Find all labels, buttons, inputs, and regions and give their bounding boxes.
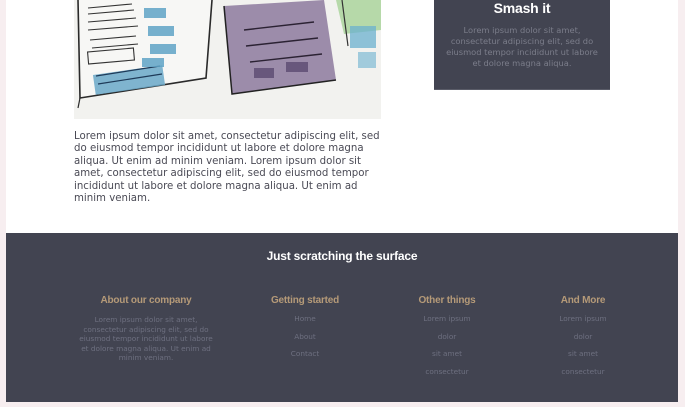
list-item: dolor xyxy=(437,331,457,341)
promo-text: Lorem ipsum dolor sit amet, consectetur … xyxy=(446,25,598,69)
footer-about-title: About our company xyxy=(100,295,192,306)
intro-paragraph: Lorem ipsum dolor sit amet, consectetur … xyxy=(74,131,380,205)
footer-and-more-title: And More xyxy=(560,295,606,306)
list-item: sit amet xyxy=(568,349,598,358)
footer-getting-started-list: Home About Contact xyxy=(255,315,355,368)
footer-title: Just scratching the surface xyxy=(266,249,418,263)
wireframe-sketch-image xyxy=(74,0,381,119)
footer-link-item: Home xyxy=(255,315,355,333)
footer-link-item: About xyxy=(255,332,355,351)
footer-about-text: Lorem ipsum dolor sit amet, consectetur … xyxy=(79,315,213,362)
footer-getting-started-title: Getting started xyxy=(270,295,340,306)
footer-other-things-list: Lorem ipsum dolor sit amet consectetur xyxy=(397,315,497,385)
footer-other-things-title: Other things xyxy=(418,295,476,306)
footer-column-and-more: And More Lorem ipsum dolor sit amet cons… xyxy=(533,295,633,385)
site-footer: Just scratching the surface About our co… xyxy=(6,233,678,402)
list-item: consectetur xyxy=(561,366,605,376)
footer-link-home[interactable]: Home xyxy=(294,314,316,323)
list-item: sit amet xyxy=(432,349,462,358)
list-item: Lorem ipsum xyxy=(559,314,607,323)
page-margin-right xyxy=(678,0,685,407)
footer-column-getting-started: Getting started Home About Contact xyxy=(255,295,355,368)
page-content: Lorem ipsum dolor sit amet, consectetur … xyxy=(6,0,678,402)
list-item: consectetur xyxy=(425,366,469,376)
list-item: Lorem ipsum xyxy=(423,314,471,323)
footer-link-about[interactable]: About xyxy=(294,332,316,341)
promo-card: Smash it Lorem ipsum dolor sit amet, con… xyxy=(434,0,610,90)
footer-and-more-list: Lorem ipsum dolor sit amet consectetur xyxy=(533,315,633,385)
footer-link-item: Contact xyxy=(255,350,355,368)
promo-title: Smash it xyxy=(493,0,551,16)
footer-link-contact[interactable]: Contact xyxy=(291,349,319,358)
footer-column-about: About our company Lorem ipsum dolor sit … xyxy=(76,295,216,363)
list-item: dolor xyxy=(573,331,593,341)
footer-column-other-things: Other things Lorem ipsum dolor sit amet … xyxy=(397,295,497,385)
